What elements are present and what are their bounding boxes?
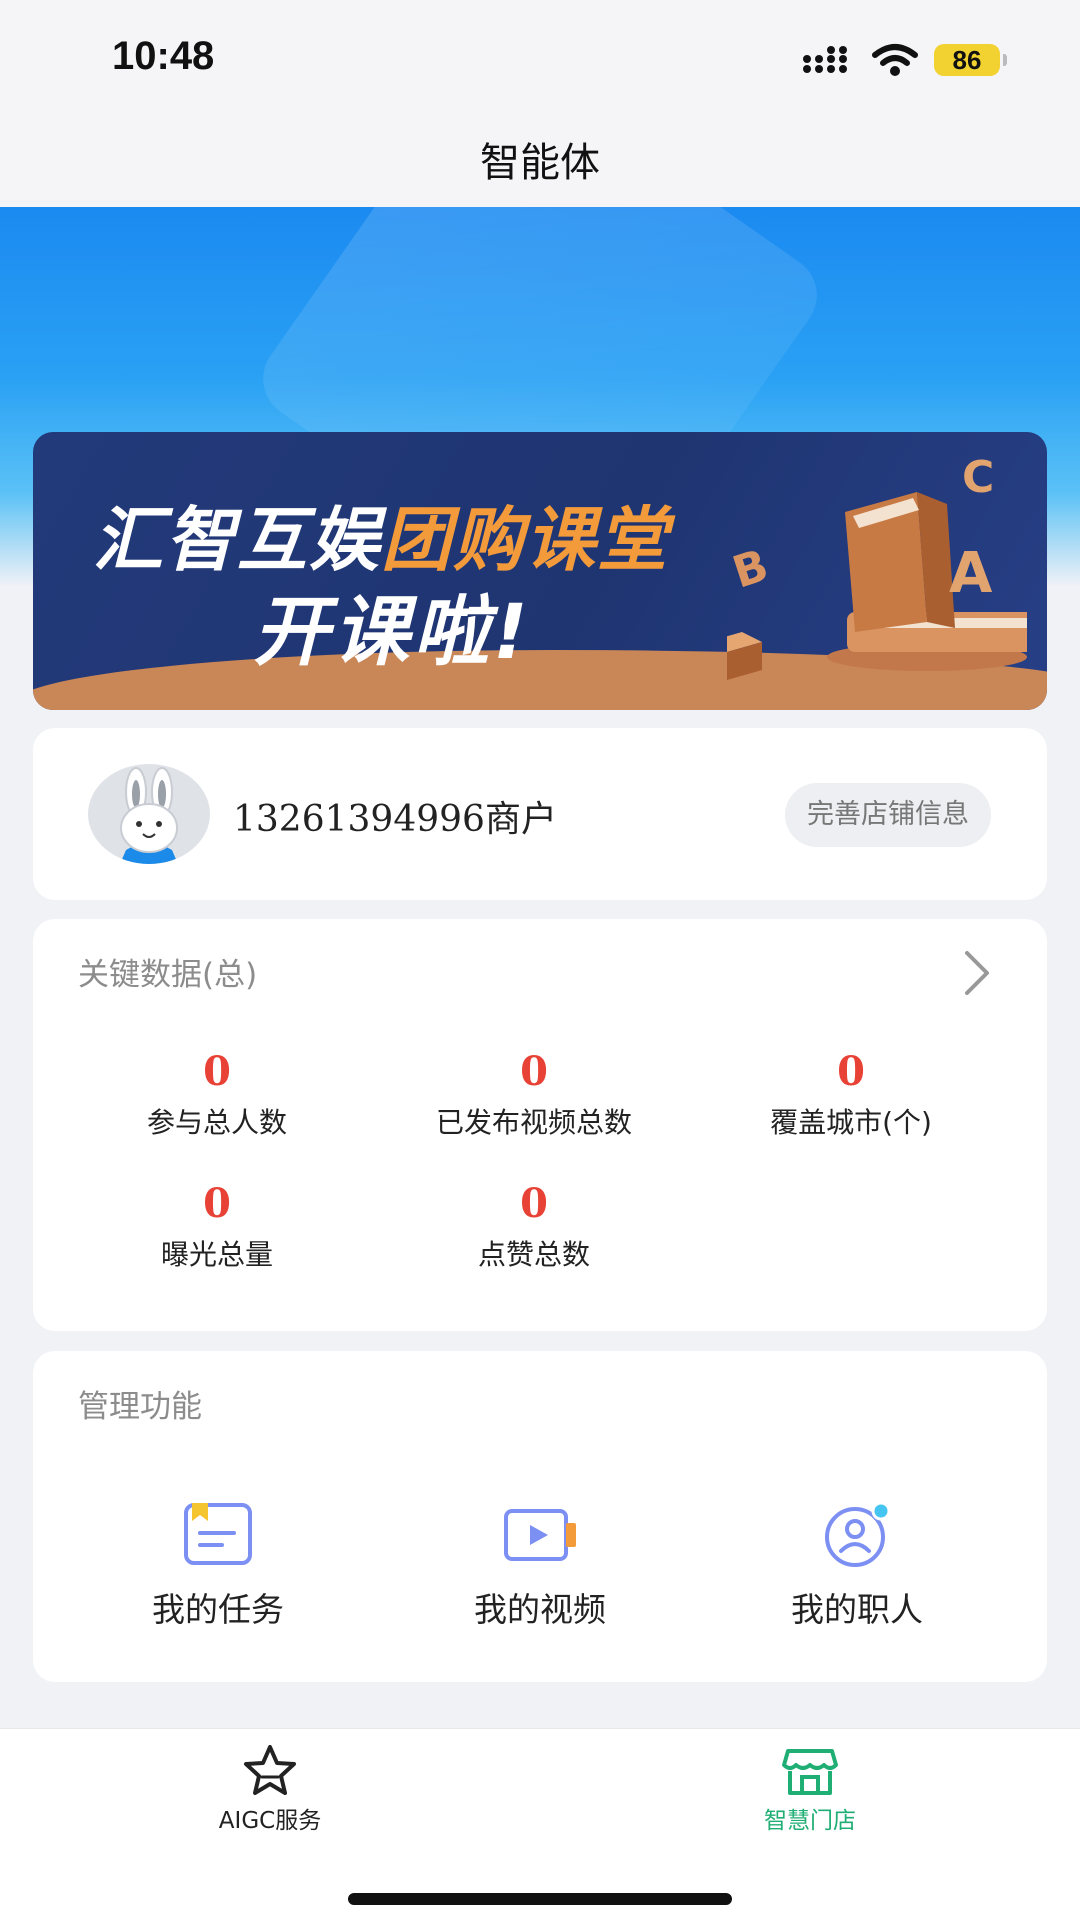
complete-store-info-button[interactable]: 完善店铺信息 <box>785 783 991 847</box>
stat-published-videos: 0 已发布视频总数 <box>384 1047 684 1141</box>
stat-exposure: 0 曝光总量 <box>67 1179 367 1273</box>
task-icon <box>184 1503 252 1565</box>
merchant-name: 13261394996商户 <box>233 799 557 840</box>
tab-aigc-label: AIGC服务 <box>218 1808 322 1834</box>
status-bar: 10:48 86 <box>0 0 1080 110</box>
wifi-icon <box>872 44 918 76</box>
store-icon <box>782 1749 838 1795</box>
cellular-signal-icon <box>803 46 847 73</box>
stat-label: 点赞总数 <box>477 1238 590 1271</box>
stat-covered-cities: 0 覆盖城市(个) <box>701 1047 1001 1141</box>
stat-label: 曝光总量 <box>160 1238 273 1271</box>
nav-bar: 智能体 <box>0 110 1080 207</box>
status-time: 10:48 <box>112 34 215 78</box>
stat-label: 覆盖城市(个) <box>770 1106 932 1139</box>
stat-value: 0 <box>203 1180 231 1227</box>
stat-value: 0 <box>520 1048 548 1095</box>
home-indicator <box>348 1893 732 1905</box>
stat-value: 0 <box>203 1048 231 1095</box>
tab-bar: AIGC服务 智慧门店 <box>0 1728 1080 1920</box>
tab-smart-store-label: 智慧门店 <box>764 1808 856 1834</box>
book-illustration-icon: A B C <box>727 452 1027 680</box>
stat-label: 已发布视频总数 <box>435 1106 632 1139</box>
merchant-card: 13261394996商户 完善店铺信息 <box>33 728 1047 900</box>
banner-brand-text: 汇智互娱 <box>93 499 381 581</box>
my-staff-button[interactable]: 我的职人 <box>732 1499 982 1631</box>
banner-course-text: 团购课堂 <box>381 499 669 581</box>
stat-likes: 0 点赞总数 <box>384 1179 684 1273</box>
video-icon <box>504 1509 576 1561</box>
status-icons: 86 <box>802 40 1007 80</box>
stat-value: 0 <box>837 1048 865 1095</box>
my-staff-label: 我的职人 <box>791 1590 923 1629</box>
my-videos-button[interactable]: 我的视频 <box>415 1499 665 1631</box>
stat-value: 0 <box>520 1180 548 1227</box>
rabbit-avatar-icon <box>120 767 178 864</box>
stat-participants: 0 参与总人数 <box>67 1047 367 1141</box>
stat-label: 参与总人数 <box>146 1106 287 1139</box>
my-tasks-label: 我的任务 <box>152 1590 284 1629</box>
management-title: 管理功能 <box>78 1389 202 1425</box>
chevron-right-icon[interactable] <box>957 947 997 999</box>
letter-c: C <box>962 452 994 503</box>
battery-indicator: 86 <box>934 44 1007 76</box>
tab-aigc-service[interactable]: AIGC服务 <box>160 1743 380 1835</box>
key-data-card[interactable]: 关键数据(总) 0 参与总人数 0 已发布视频总数 0 覆盖城市(个) 0 曝光… <box>33 919 1047 1331</box>
tab-smart-store[interactable]: 智慧门店 <box>700 1743 920 1835</box>
letter-a: A <box>949 541 993 606</box>
person-icon <box>825 1501 891 1567</box>
banner-subheadline: 开课啦! <box>253 587 532 676</box>
my-tasks-button[interactable]: 我的任务 <box>93 1499 343 1631</box>
star-icon <box>244 1745 296 1795</box>
promo-banner[interactable]: 汇智互娱团购课堂 开课啦! A B C <box>33 432 1047 710</box>
my-videos-label: 我的视频 <box>474 1590 606 1629</box>
letter-b: B <box>727 540 774 599</box>
avatar[interactable] <box>88 764 210 864</box>
key-data-title: 关键数据(总) <box>78 957 258 993</box>
management-card: 管理功能 我的任务 我的视频 我的职人 <box>33 1351 1047 1682</box>
page-title: 智能体 <box>480 140 600 186</box>
